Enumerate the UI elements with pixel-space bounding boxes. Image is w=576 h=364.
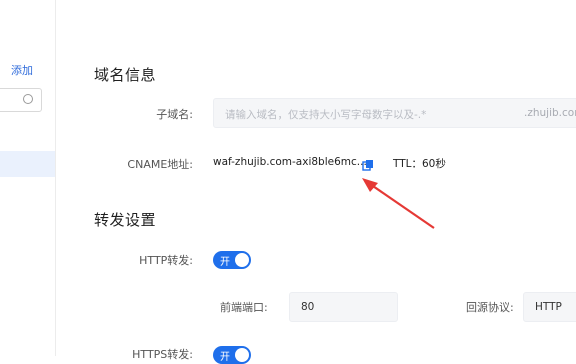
domain-suffix: .zhujib.com [524,107,576,119]
add-button[interactable]: 添加 [11,62,33,78]
https-forward-label: HTTPS转发: [132,348,193,361]
search-icon[interactable] [23,94,33,104]
subdomain-input[interactable]: 请输入域名，仅支持大小写字母数字以及-.* .zhujib.com [213,98,576,128]
copy-icon[interactable] [362,159,374,171]
frontend-port-input[interactable]: 80 [289,292,398,322]
toggle-knob [235,348,249,362]
toggle-knob [235,253,249,267]
http-forward-label: HTTP转发: [139,254,193,267]
cname-value: waf-zhujib.com-axi8ble6mc.... [213,156,371,168]
cname-label: CNAME地址: [127,158,193,171]
ttl-text: TTL：60秒 [393,158,446,170]
http-forward-toggle[interactable]: 开 [213,251,251,269]
https-forward-toggle[interactable]: 开 [213,346,251,364]
subdomain-label: 子域名: [156,108,193,121]
subdomain-placeholder: 请输入域名，仅支持大小写字母数字以及-.* [225,109,427,121]
main-content: 域名信息 子域名: 请输入域名，仅支持大小写字母数字以及-.* .zhujib.… [56,0,576,364]
origin-protocol-label: 回源协议: [466,301,514,314]
sidebar: 添加 [0,0,56,356]
section-title-forwarding: 转发设置 [94,211,157,229]
http-toggle-label: 开 [220,257,230,268]
frontend-port-value: 80 [301,301,315,313]
sidebar-item-selected[interactable] [0,151,55,177]
frontend-port-label: 前端端口: [220,301,268,314]
section-title-domain-info: 域名信息 [94,66,157,84]
origin-protocol-value: HTTP [535,301,562,313]
origin-protocol-select[interactable]: HTTP [523,292,576,322]
sidebar-search-input[interactable] [0,88,42,112]
